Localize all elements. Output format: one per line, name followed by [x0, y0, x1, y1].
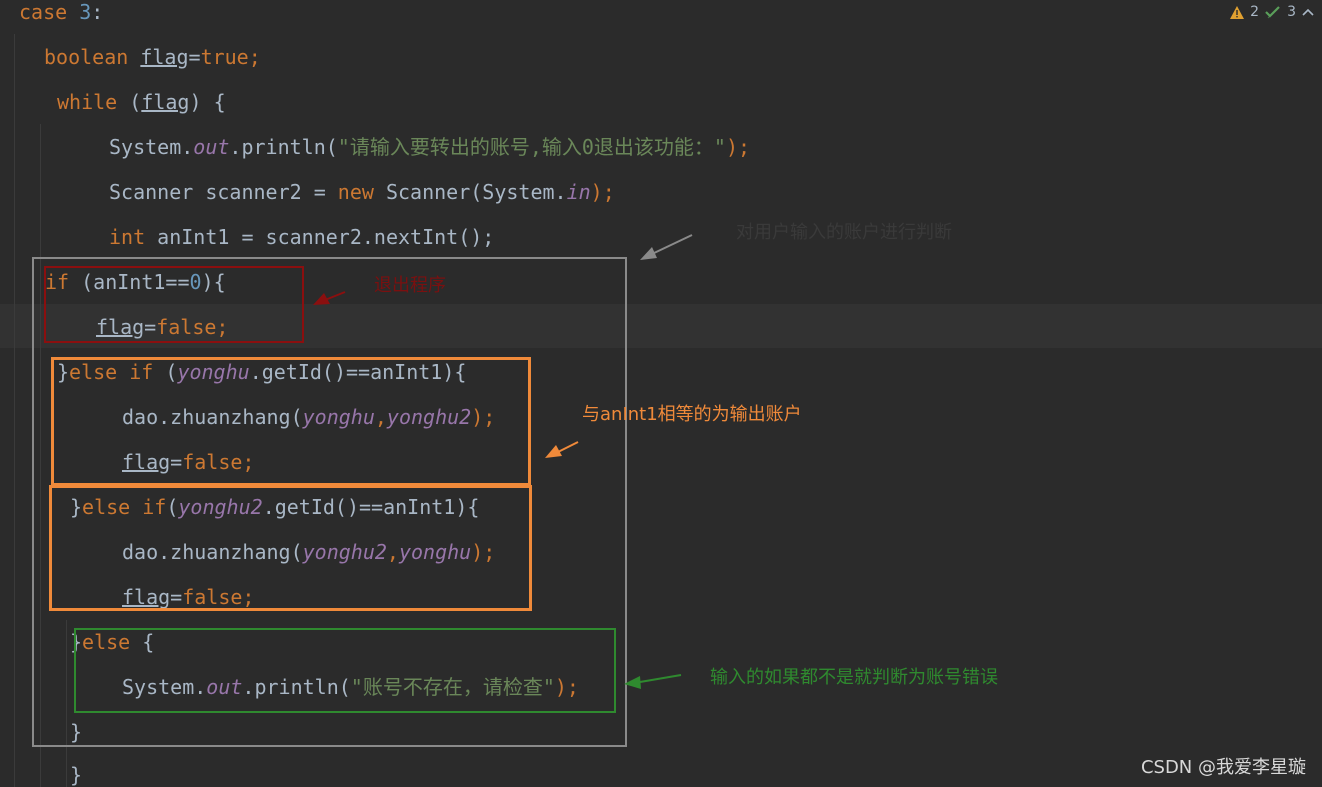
- annotation-arrows: [313, 234, 693, 689]
- judge-note: 对用户输入的账户进行判断: [736, 222, 952, 243]
- exit-note: 退出程序: [374, 275, 446, 296]
- arrow-judge: [640, 234, 693, 260]
- watermark: CSDN @我爱李星璇: [1140, 757, 1306, 778]
- output-account-note: 与anInt1相等的为输出账户: [582, 404, 802, 425]
- arrow-error: [624, 674, 682, 689]
- arrow-exit: [313, 291, 346, 305]
- error-note: 输入的如果都不是就判断为账号错误: [710, 667, 998, 688]
- code-editor[interactable]: 2 3 case 3: boolean flag=true; while (fl…: [0, 0, 1322, 787]
- arrow-equal: [545, 441, 579, 458]
